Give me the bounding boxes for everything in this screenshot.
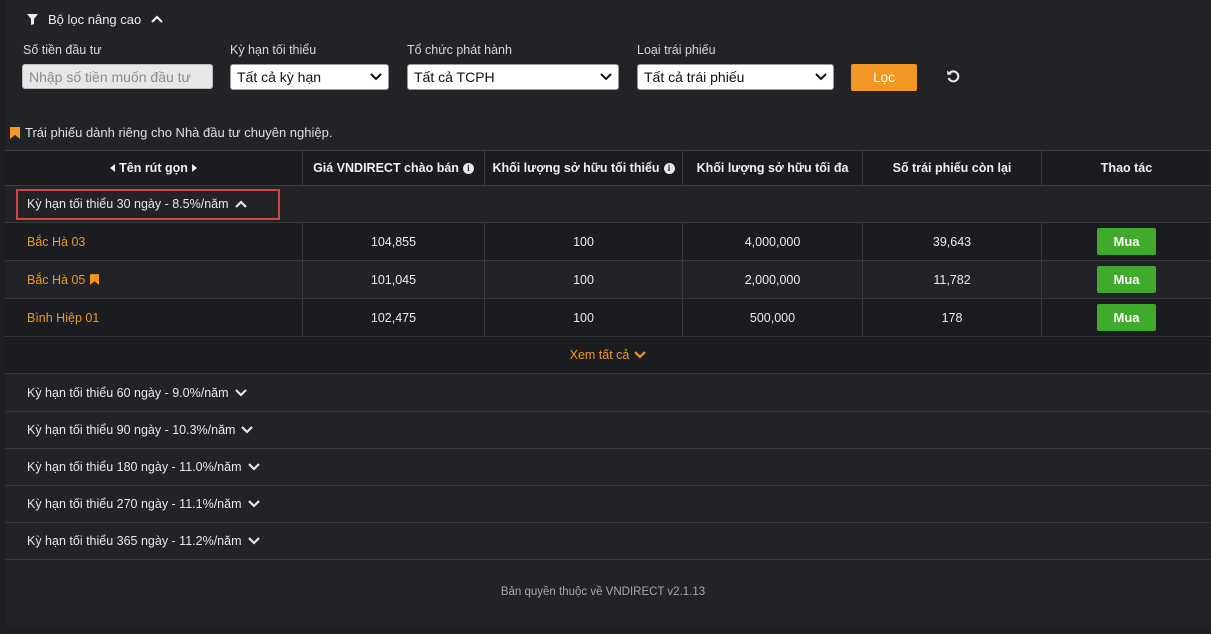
chevron-down-icon — [241, 426, 254, 434]
buy-button[interactable]: Mua — [1097, 266, 1156, 293]
buy-button[interactable]: Mua — [1097, 228, 1156, 255]
bookmark-icon — [10, 126, 20, 139]
group-label: Kỳ hạn tối thiểu 180 ngày - 11.0%/năm — [27, 460, 242, 474]
group-180-days[interactable]: Kỳ hạn tối thiểu 180 ngày - 11.0%/năm — [5, 449, 1211, 486]
min-qty-cell: 100 — [485, 223, 683, 260]
min-qty-cell: 100 — [485, 261, 683, 298]
col-remaining-header: Số trái phiếu còn lại — [863, 151, 1042, 185]
max-qty-cell: 2,000,000 — [683, 261, 863, 298]
info-icon[interactable]: i — [663, 162, 675, 174]
col-price-header: Giá VNDIRECT chào bán i — [303, 151, 485, 185]
term-select-value: Tất cả kỳ hạn — [237, 69, 322, 85]
bond-name-link[interactable]: Bình Hiệp 01 — [5, 299, 303, 336]
col-price-label: Giá VNDIRECT chào bán — [313, 161, 459, 175]
type-select[interactable]: Tất cả trái phiếu — [637, 64, 834, 90]
chevron-down-icon — [370, 73, 382, 81]
chevron-down-icon — [600, 73, 612, 81]
filter-button[interactable]: Lọc — [851, 64, 917, 91]
max-qty-cell: 500,000 — [683, 299, 863, 336]
price-cell: 102,475 — [303, 299, 485, 336]
col-max-qty-label: Khối lượng sở hữu tối đa — [696, 161, 849, 175]
min-qty-cell: 100 — [485, 299, 683, 336]
highlight-box — [16, 189, 280, 220]
bond-name: Bắc Hà 05 — [27, 272, 86, 287]
chevron-down-icon — [247, 500, 260, 508]
funnel-icon — [27, 13, 38, 25]
remaining-cell: 39,643 — [863, 223, 1042, 260]
col-name-label: Tên rút gọn — [119, 161, 188, 175]
table-row: Bình Hiệp 01 102,475 100 500,000 178 Mua — [5, 299, 1211, 337]
group-label: Kỳ hạn tối thiểu 365 ngày - 11.2%/năm — [27, 534, 242, 548]
amount-input[interactable] — [22, 64, 213, 89]
chevron-up-icon — [151, 14, 164, 23]
see-all-label: Xem tất cả — [569, 348, 630, 362]
group-label: Kỳ hạn tối thiểu 270 ngày - 11.1%/năm — [27, 497, 242, 511]
group-270-days[interactable]: Kỳ hạn tối thiểu 270 ngày - 11.1%/năm — [5, 486, 1211, 523]
reset-icon[interactable] — [946, 69, 961, 84]
type-select-value: Tất cả trái phiếu — [644, 69, 745, 85]
chevron-down-icon — [234, 389, 247, 397]
col-min-qty-header: Khối lượng sở hữu tối thiểu i — [485, 151, 683, 185]
issuer-select[interactable]: Tất cả TCPH — [407, 64, 619, 90]
price-cell: 101,045 — [303, 261, 485, 298]
col-action-header: Thao tác — [1042, 151, 1211, 185]
group-label: Kỳ hạn tối thiểu 60 ngày - 9.0%/năm — [27, 386, 229, 400]
chevron-down-icon — [247, 463, 260, 471]
group-60-days[interactable]: Kỳ hạn tối thiểu 60 ngày - 9.0%/năm — [5, 375, 1211, 412]
group-365-days[interactable]: Kỳ hạn tối thiểu 365 ngày - 11.2%/năm — [5, 523, 1211, 560]
remaining-cell: 11,782 — [863, 261, 1042, 298]
bond-name: Bắc Hà 03 — [27, 234, 86, 249]
chevron-down-icon — [634, 351, 647, 359]
bond-name-link[interactable]: Bắc Hà 03 — [5, 223, 303, 260]
max-qty-cell: 4,000,000 — [683, 223, 863, 260]
see-all-link[interactable]: Xem tất cả — [5, 337, 1211, 374]
info-icon[interactable]: i — [462, 162, 474, 174]
term-select[interactable]: Tất cả kỳ hạn — [230, 64, 389, 90]
remaining-cell: 178 — [863, 299, 1042, 336]
note-text: Trái phiếu dành riêng cho Nhà đầu tư chu… — [25, 125, 333, 140]
col-remaining-label: Số trái phiếu còn lại — [892, 161, 1012, 175]
bond-name: Bình Hiệp 01 — [27, 310, 100, 325]
term-label: Kỳ hạn tối thiểu — [230, 43, 317, 57]
buy-button[interactable]: Mua — [1097, 304, 1156, 331]
group-label: Kỳ hạn tối thiểu 90 ngày - 10.3%/năm — [27, 423, 236, 437]
group-90-days[interactable]: Kỳ hạn tối thiểu 90 ngày - 10.3%/năm — [5, 412, 1211, 449]
col-name-header[interactable]: Tên rút gọn — [5, 151, 303, 185]
professional-note: Trái phiếu dành riêng cho Nhà đầu tư chu… — [10, 125, 332, 140]
col-max-qty-header: Khối lượng sở hữu tối đa — [683, 151, 863, 185]
type-label: Loại trái phiếu — [637, 43, 716, 57]
chevron-down-icon — [815, 73, 827, 81]
caret-left-icon — [110, 164, 116, 172]
chevron-down-icon — [247, 537, 260, 545]
bond-name-link[interactable]: Bắc Hà 05 — [5, 261, 303, 298]
bookmark-icon — [90, 274, 100, 285]
amount-label: Số tiền đầu tư — [23, 43, 102, 57]
filter-title: Bộ lọc nâng cao — [48, 11, 142, 27]
group-30-days[interactable]: Kỳ hạn tối thiểu 30 ngày - 8.5%/năm — [5, 186, 1211, 223]
advanced-filter-toggle[interactable]: Bộ lọc nâng cao — [27, 10, 164, 28]
copyright-footer: Bản quyền thuộc về VNDIRECT v2.1.13 — [500, 586, 706, 598]
caret-right-icon — [191, 164, 197, 172]
issuer-select-value: Tất cả TCPH — [414, 69, 495, 85]
action-cell: Mua — [1042, 299, 1211, 336]
action-cell: Mua — [1042, 261, 1211, 298]
table-row: Bắc Hà 03 104,855 100 4,000,000 39,643 M… — [5, 223, 1211, 261]
table-row: Bắc Hà 05 101,045 100 2,000,000 11,782 M… — [5, 261, 1211, 299]
action-cell: Mua — [1042, 223, 1211, 260]
issuer-label: Tổ chức phát hành — [407, 43, 512, 57]
table-header: Tên rút gọn Giá VNDIRECT chào bán i Khối… — [5, 150, 1211, 186]
price-cell: 104,855 — [303, 223, 485, 260]
col-min-qty-label: Khối lượng sở hữu tối thiểu — [492, 161, 660, 175]
col-action-label: Thao tác — [1100, 161, 1153, 175]
